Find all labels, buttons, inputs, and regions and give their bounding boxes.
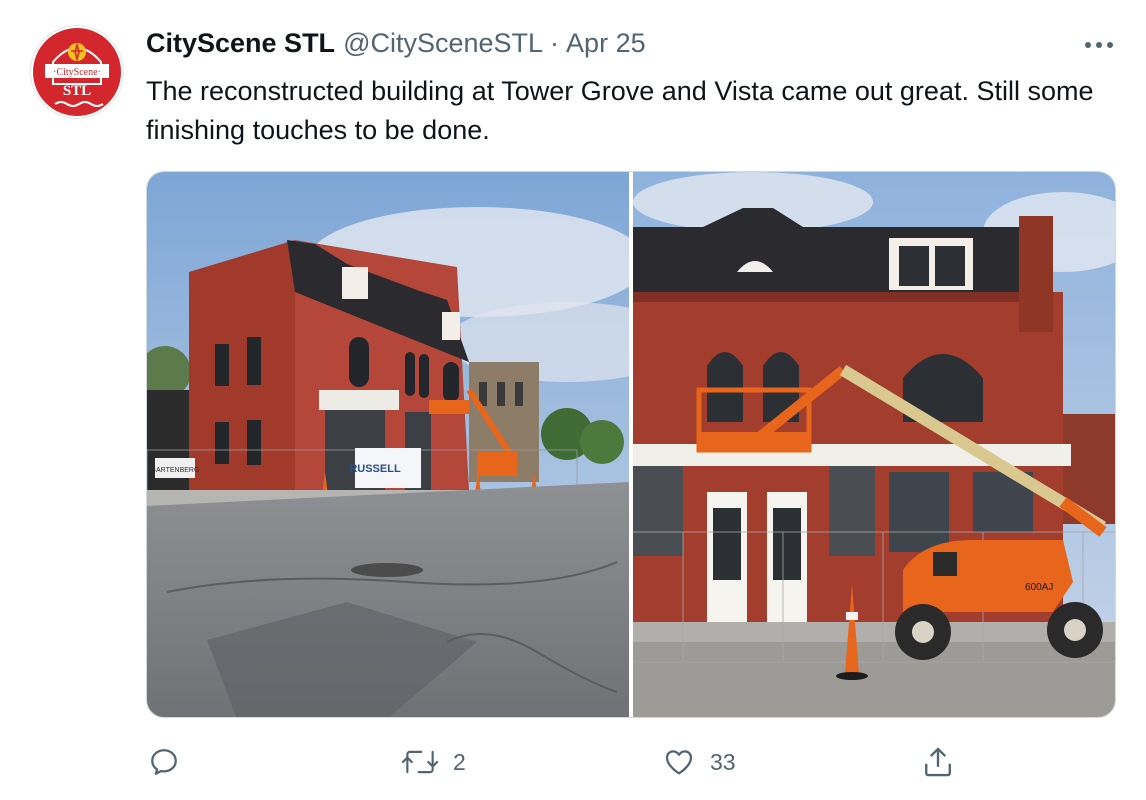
retweet-count: 2 [453,748,466,775]
photo-building-lift[interactable]: 600AJ [633,172,1115,717]
banner-gartenberg: GARTENBERG [151,467,200,474]
separator-dot: · [550,28,560,58]
banner-russell: RUSSELL [349,463,401,475]
reply-icon [151,749,177,775]
action-bar: 2 33 [146,740,1126,784]
tweet-date[interactable]: Apr 25 [566,28,646,59]
tweet-text: The reconstructed building at Tower Grov… [146,76,1094,145]
author-name[interactable]: CityScene STL [146,28,335,59]
avatar[interactable]: ·CityScene· STL [30,25,124,119]
more-icon [1085,42,1113,48]
media-grid: GARTENBERG RUSSELL 600AJ [146,171,1116,718]
share-button[interactable] [922,740,954,784]
reply-button[interactable] [148,740,180,784]
photo-building-street[interactable]: GARTENBERG RUSSELL [147,172,629,717]
tweet[interactable]: ·CityScene· STL CityScene STL @CityScene… [0,0,1146,800]
like-count: 33 [710,748,736,775]
avatar-brand-text: ·CityScene· [53,67,101,78]
more-options-button[interactable] [1082,30,1116,60]
retweet-icon [401,750,439,774]
lift-model-label: 600AJ [1025,582,1053,593]
retweet-button[interactable]: 2 [401,740,466,784]
avatar-stl-text: STL [63,83,91,99]
like-button[interactable]: 33 [662,740,736,784]
tweet-header: CityScene STL @CitySceneSTL · Apr 25 [146,28,646,62]
author-handle[interactable]: @CitySceneSTL [343,28,543,59]
heart-icon [665,750,693,775]
share-icon [925,747,951,777]
